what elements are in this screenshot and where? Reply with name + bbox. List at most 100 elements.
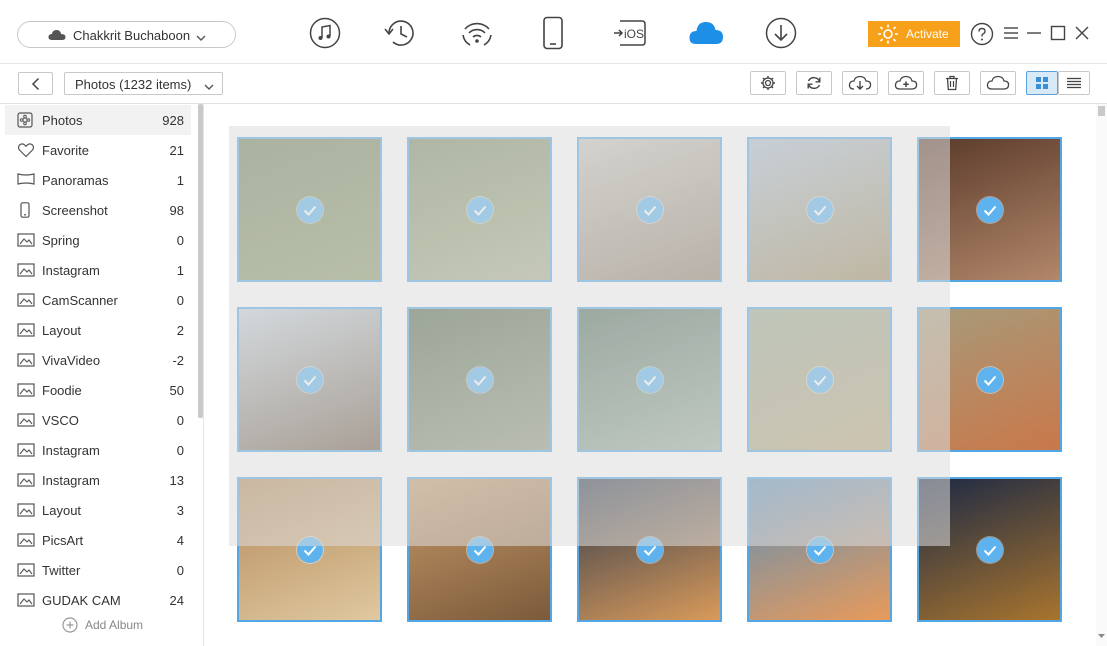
- add-album-label: Add Album: [85, 618, 144, 632]
- sidebar-item-camscanner[interactable]: CamScanner 0: [5, 285, 191, 315]
- music-icon[interactable]: [308, 16, 342, 50]
- sidebar-scrollbar[interactable]: [198, 104, 203, 418]
- icloud-icon[interactable]: [688, 16, 724, 50]
- sidebar-item-label: Instagram: [42, 473, 100, 488]
- checkmark-icon[interactable]: [807, 367, 833, 393]
- album-icon: [17, 442, 35, 458]
- toolbar: Photos (1232 items): [0, 64, 1107, 104]
- photo-thumbnail[interactable]: [407, 307, 552, 452]
- album-icon: [17, 532, 35, 548]
- sidebar-item-panoramas[interactable]: Panoramas 1: [5, 165, 191, 195]
- grid-view-icon: [1036, 77, 1048, 89]
- minimize-icon[interactable]: [1023, 22, 1045, 44]
- sidebar-item-count: 13: [169, 473, 184, 488]
- history-icon[interactable]: [383, 16, 417, 50]
- photo-grid: [205, 104, 1095, 646]
- ios-icon[interactable]: iOS: [612, 16, 648, 50]
- sidebar-item-layout[interactable]: Layout 3: [5, 495, 191, 525]
- device-selector[interactable]: Chakkrit Buchaboon: [17, 21, 236, 48]
- sidebar-item-count: 3: [176, 503, 184, 518]
- top-bar: Chakkrit Buchaboon iOS Activate: [0, 0, 1107, 64]
- phone-icon[interactable]: [536, 16, 570, 50]
- photo-thumbnail[interactable]: [237, 477, 382, 622]
- sidebar-item-count: -2: [172, 353, 184, 368]
- checkmark-icon[interactable]: [467, 537, 493, 563]
- checkmark-icon[interactable]: [297, 537, 323, 563]
- sidebar-item-count: 928: [162, 113, 184, 128]
- sidebar-item-count: 2: [176, 323, 184, 338]
- photo-thumbnail[interactable]: [577, 477, 722, 622]
- maximize-icon[interactable]: [1047, 22, 1069, 44]
- category-selector[interactable]: Photos (1232 items): [64, 72, 223, 95]
- photo-thumbnail[interactable]: [407, 477, 552, 622]
- checkmark-icon[interactable]: [637, 197, 663, 223]
- sidebar-item-vivavideo[interactable]: VivaVideo -2: [5, 345, 191, 375]
- photo-thumbnail[interactable]: [917, 477, 1062, 622]
- settings-button[interactable]: [750, 71, 786, 95]
- checkmark-icon[interactable]: [977, 197, 1003, 223]
- sidebar-item-instagram[interactable]: Instagram 1: [5, 255, 191, 285]
- delete-button[interactable]: [934, 71, 970, 95]
- activate-button[interactable]: Activate: [868, 21, 960, 47]
- checkmark-icon[interactable]: [467, 367, 493, 393]
- sidebar-item-label: Instagram: [42, 263, 100, 278]
- photo-thumbnail[interactable]: [747, 477, 892, 622]
- refresh-button[interactable]: [796, 71, 832, 95]
- checkmark-icon[interactable]: [807, 537, 833, 563]
- photo-thumbnail[interactable]: [237, 137, 382, 282]
- sidebar-item-spring[interactable]: Spring 0: [5, 225, 191, 255]
- sidebar-item-layout[interactable]: Layout 2: [5, 315, 191, 345]
- sidebar-item-gudak-cam[interactable]: GUDAK CAM 24: [5, 585, 191, 615]
- menu-icon[interactable]: [1000, 22, 1022, 44]
- upload-icon: [894, 75, 918, 90]
- sidebar-item-screenshot[interactable]: Screenshot 98: [5, 195, 191, 225]
- photo-thumbnail[interactable]: [917, 137, 1062, 282]
- chevron-left-icon: [31, 77, 39, 90]
- photo-thumbnail[interactable]: [577, 137, 722, 282]
- sidebar-item-foodie[interactable]: Foodie 50: [5, 375, 191, 405]
- photo-thumbnail[interactable]: [917, 307, 1062, 452]
- wifi-sync-icon[interactable]: [460, 16, 494, 50]
- close-icon[interactable]: [1071, 22, 1093, 44]
- sidebar-item-instagram[interactable]: Instagram 13: [5, 465, 191, 495]
- scrollbar-thumb[interactable]: [1098, 106, 1105, 116]
- sidebar-item-favorite[interactable]: Favorite 21: [5, 135, 191, 165]
- checkmark-icon[interactable]: [297, 367, 323, 393]
- panorama-icon: [17, 172, 35, 188]
- checkmark-icon[interactable]: [977, 367, 1003, 393]
- sidebar-item-count: 98: [169, 203, 184, 218]
- photo-thumbnail[interactable]: [407, 137, 552, 282]
- checkmark-icon[interactable]: [297, 197, 323, 223]
- sidebar-item-photos[interactable]: Photos 928: [5, 105, 191, 135]
- album-icon: [17, 322, 35, 338]
- checkmark-icon[interactable]: [467, 197, 493, 223]
- photo-thumbnail[interactable]: [747, 137, 892, 282]
- checkmark-icon[interactable]: [637, 537, 663, 563]
- download-to-pc-button[interactable]: [842, 71, 878, 95]
- back-button[interactable]: [18, 72, 53, 95]
- grid-scrollbar[interactable]: [1096, 104, 1107, 646]
- list-view-button[interactable]: [1058, 71, 1090, 95]
- scroll-down-icon[interactable]: [1097, 632, 1106, 640]
- photo-thumbnail[interactable]: [237, 307, 382, 452]
- sidebar-item-count: 50: [169, 383, 184, 398]
- photo-thumbnail[interactable]: [577, 307, 722, 452]
- sidebar-item-twitter[interactable]: Twitter 0: [5, 555, 191, 585]
- photo-thumbnail[interactable]: [747, 307, 892, 452]
- sidebar-item-label: Instagram: [42, 443, 100, 458]
- sidebar-item-label: CamScanner: [42, 293, 118, 308]
- checkmark-icon[interactable]: [977, 537, 1003, 563]
- checkmark-icon[interactable]: [637, 367, 663, 393]
- cloud-icon: [48, 29, 66, 44]
- download-icon[interactable]: [764, 16, 798, 50]
- category-label: Photos (1232 items): [75, 77, 192, 92]
- sidebar-item-instagram[interactable]: Instagram 0: [5, 435, 191, 465]
- cloud-button[interactable]: [980, 71, 1016, 95]
- sidebar-item-vsco[interactable]: VSCO 0: [5, 405, 191, 435]
- sidebar-item-picsart[interactable]: PicsArt 4: [5, 525, 191, 555]
- checkmark-icon[interactable]: [807, 197, 833, 223]
- upload-button[interactable]: [888, 71, 924, 95]
- add-album-button[interactable]: Add Album: [62, 617, 143, 633]
- help-icon[interactable]: [970, 22, 994, 46]
- grid-view-button[interactable]: [1026, 71, 1058, 95]
